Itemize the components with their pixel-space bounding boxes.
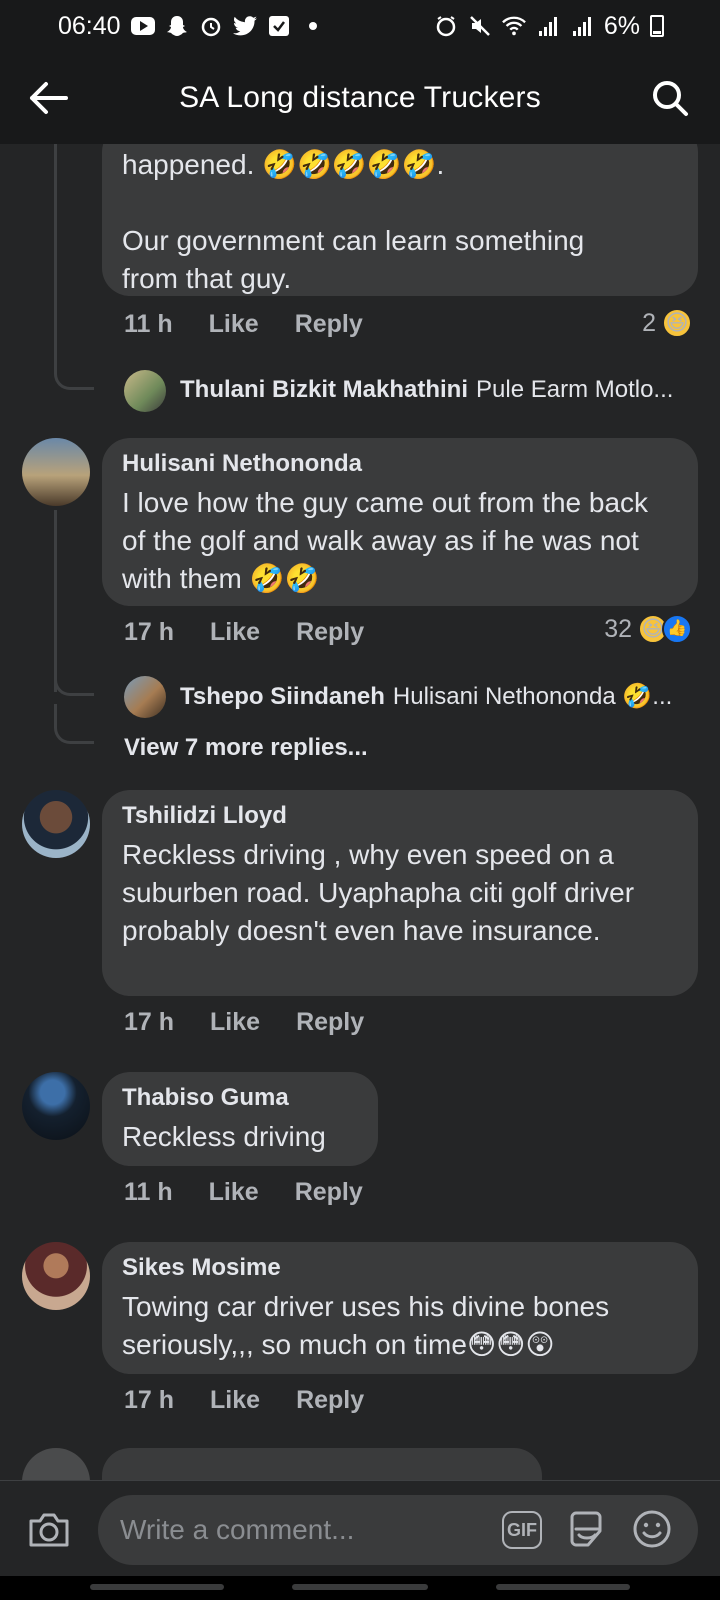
search-button[interactable] (648, 76, 692, 120)
comment-time[interactable]: 11 h (124, 310, 173, 339)
reply-button[interactable]: Reply (296, 618, 364, 647)
camera-button[interactable] (26, 1507, 72, 1553)
signal-icon (536, 14, 560, 38)
twitter-icon (232, 14, 257, 38)
reaction-summary[interactable]: 2 😆 (642, 308, 692, 338)
download-icon (267, 14, 291, 38)
avatar[interactable] (22, 790, 90, 858)
avatar[interactable] (22, 1448, 90, 1480)
reply-button[interactable]: Reply (296, 1386, 364, 1415)
comment-bubble[interactable]: Sikes Mosime Towing car driver uses his … (102, 1242, 698, 1374)
comment-time[interactable]: 17 h (124, 1008, 174, 1037)
nav-back-button[interactable] (496, 1584, 630, 1590)
comment-bubble[interactable]: happened. 🤣🤣🤣🤣🤣. Our government can lear… (102, 144, 698, 296)
comment-input[interactable] (120, 1514, 480, 1546)
emoji-button[interactable] (630, 1507, 674, 1551)
wifi-icon (501, 14, 526, 38)
comment-text: I love how the guy came out from the bac… (122, 487, 649, 594)
search-icon (653, 81, 688, 116)
comment-text-line: Our government can learn something (122, 225, 585, 256)
battery-icon (650, 15, 664, 37)
youtube-icon (130, 14, 155, 38)
avatar[interactable] (124, 676, 166, 718)
back-arrow-icon (30, 82, 68, 114)
comment-text: Reckless driving (122, 1121, 326, 1152)
mute-icon (468, 14, 492, 38)
avatar[interactable] (22, 1242, 90, 1310)
sticker-icon (570, 1511, 602, 1547)
sticker-button[interactable] (564, 1507, 608, 1551)
comment-composer: GIF (0, 1480, 720, 1576)
comment-text: Towing car driver uses his divine bones … (122, 1291, 610, 1360)
avatar[interactable] (22, 1072, 90, 1140)
battery-percent: 6% (603, 11, 640, 40)
like-reaction-icon: 👍 (662, 614, 692, 644)
avatar[interactable] (124, 370, 166, 412)
comment-author[interactable]: Sikes Mosime (122, 1254, 678, 1282)
snapchat-icon (165, 14, 189, 38)
like-button[interactable]: Like (209, 310, 259, 339)
comment-actions: 11 h Like Reply (124, 310, 399, 339)
reply-text: Hulisani Nethononda 🤣... (392, 683, 673, 710)
like-button[interactable]: Like (209, 1178, 259, 1207)
comment-bubble[interactable] (102, 1448, 542, 1480)
reply-author: Thulani Bizkit Makhathini (180, 376, 469, 403)
view-more-replies[interactable]: View 7 more replies... (124, 734, 368, 762)
reaction-count: 2 (642, 308, 656, 337)
comments-feed[interactable]: happened. 🤣🤣🤣🤣🤣. Our government can lear… (0, 144, 720, 1480)
system-navigation-bar (0, 1576, 720, 1600)
status-time: 06:40 (58, 11, 121, 40)
comment-actions: 11 h Like Reply (124, 1178, 399, 1207)
comment-text: Reckless driving , why even speed on a s… (122, 839, 635, 946)
thread-line (54, 144, 57, 370)
comment-actions: 17 h Like Reply (124, 1008, 400, 1037)
status-bar: 06:40 6% (0, 0, 720, 52)
comment-actions: 17 h Like Reply (124, 1386, 400, 1415)
comment-time[interactable]: 11 h (124, 1178, 173, 1207)
reply-button[interactable]: Reply (295, 1178, 363, 1207)
alarm-icon (434, 14, 458, 38)
notification-dot (308, 22, 317, 30)
comment-bubble[interactable]: Thabiso Guma Reckless driving (102, 1072, 378, 1166)
comment-input-container[interactable]: GIF (98, 1495, 698, 1565)
nav-recent-button[interactable] (90, 1584, 224, 1590)
reply-text: Pule Earm Motlo... (476, 376, 674, 403)
reaction-summary[interactable]: 32 😆 👍 (604, 614, 692, 644)
nav-home-button[interactable] (292, 1584, 428, 1590)
gif-button[interactable]: GIF (502, 1511, 542, 1549)
comment-actions: 17 h Like Reply (124, 618, 400, 647)
emoji-icon (633, 1510, 671, 1548)
status-bar-right: 6% (434, 12, 664, 41)
group-header: SA Long distance Truckers (0, 52, 720, 144)
thread-hook (54, 656, 94, 696)
like-button[interactable]: Like (210, 1386, 260, 1415)
camera-icon (29, 1513, 69, 1547)
like-button[interactable]: Like (210, 1008, 260, 1037)
avatar[interactable] (22, 438, 90, 506)
reply-preview[interactable]: Thulani Bizkit Makhathini Pule Earm Motl… (180, 376, 673, 404)
comment-time[interactable]: 17 h (124, 1386, 174, 1415)
comment-author[interactable]: Hulisani Nethononda (122, 450, 678, 478)
thread-hook (54, 704, 94, 744)
like-button[interactable]: Like (210, 618, 260, 647)
reply-author: Tshepo Siindaneh (180, 682, 385, 710)
status-bar-left: 06:40 (58, 12, 317, 41)
reply-preview[interactable]: Tshepo Siindaneh Hulisani Nethononda 🤣..… (180, 682, 672, 711)
thread-hook (54, 350, 94, 390)
reply-button[interactable]: Reply (295, 310, 363, 339)
reaction-count: 32 (604, 614, 632, 643)
reply-button[interactable]: Reply (296, 1008, 364, 1037)
page-title: SA Long distance Truckers (179, 81, 541, 114)
comment-text-line: happened. 🤣🤣🤣🤣🤣. (122, 149, 445, 180)
comment-bubble[interactable]: Tshilidzi Lloyd Reckless driving , why e… (102, 790, 698, 996)
comment-text-line: from that guy. (122, 263, 292, 294)
comment-bubble[interactable]: Hulisani Nethononda I love how the guy c… (102, 438, 698, 606)
comment-time[interactable]: 17 h (124, 618, 174, 647)
back-button[interactable] (26, 76, 70, 120)
comment-author[interactable]: Tshilidzi Lloyd (122, 802, 678, 830)
alarm-app-icon (199, 14, 223, 38)
comment-author[interactable]: Thabiso Guma (122, 1084, 358, 1112)
signal-icon-2 (570, 14, 594, 38)
haha-reaction-icon: 😆 (662, 308, 692, 338)
